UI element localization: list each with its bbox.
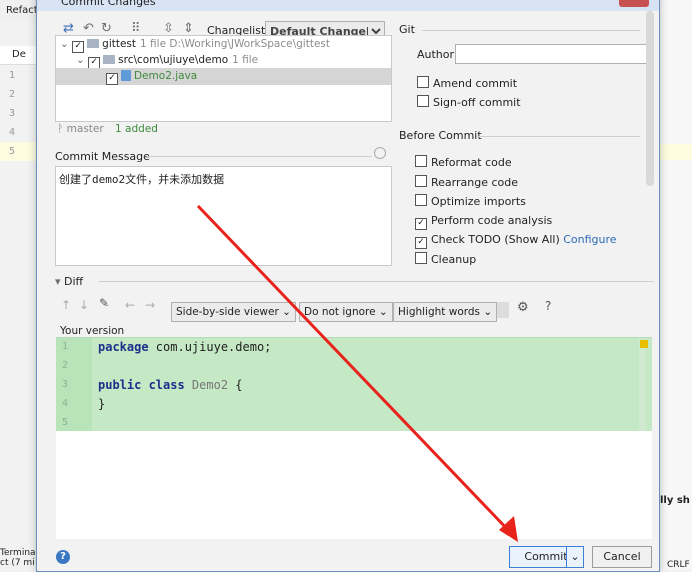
arrow-head (499, 516, 518, 542)
arrow-shaft (196, 204, 512, 534)
annotation-arrow (196, 204, 518, 542)
